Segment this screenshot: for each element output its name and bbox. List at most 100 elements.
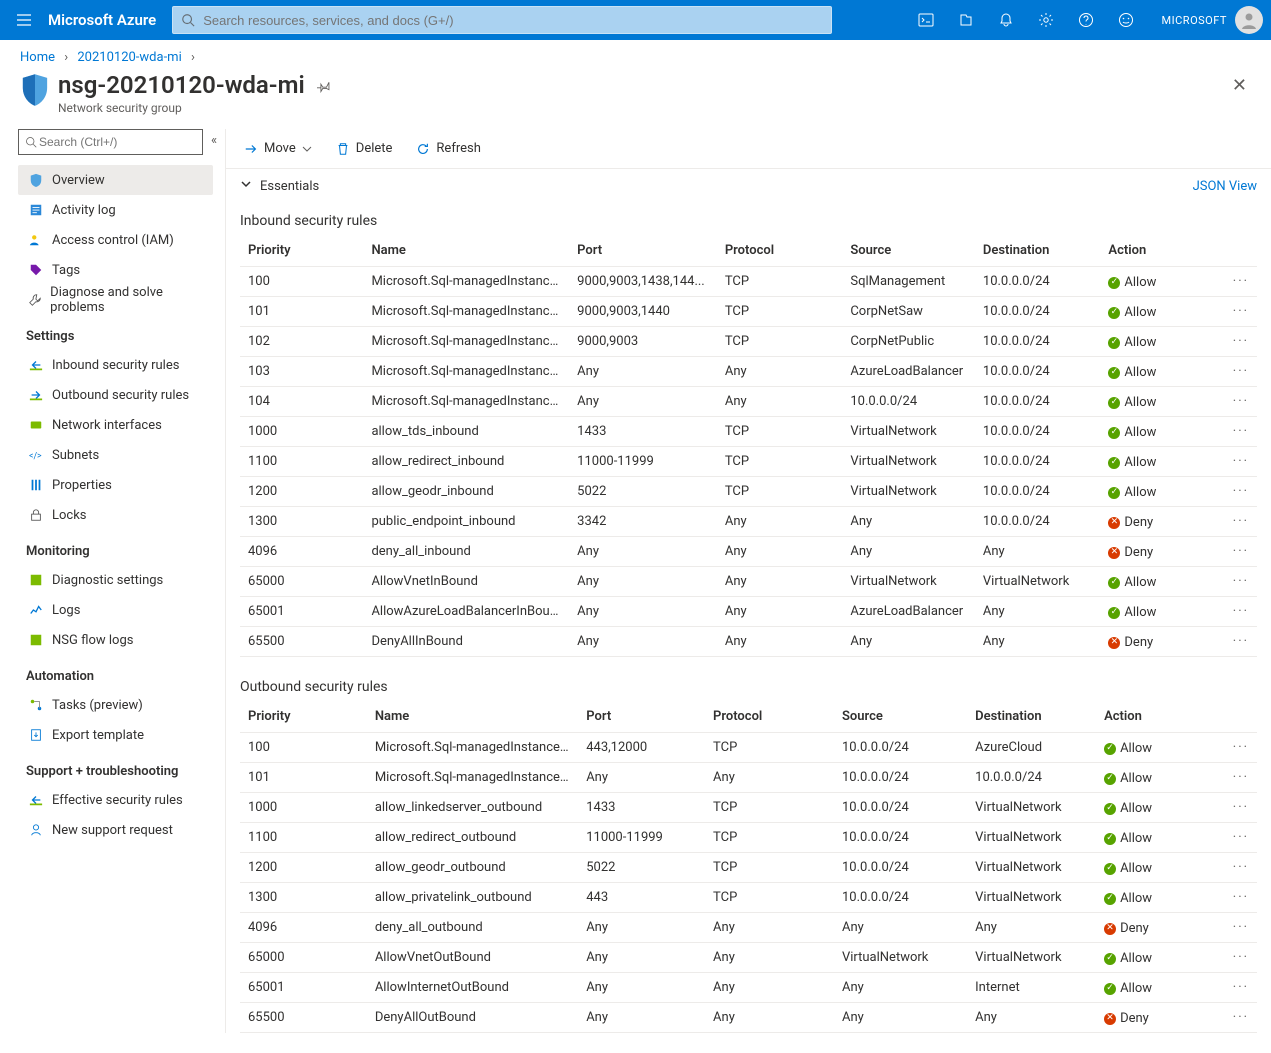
col-protocol[interactable]: Protocol xyxy=(705,701,834,733)
sidebar-item[interactable]: Diagnose and solve problems xyxy=(18,285,213,315)
json-view-link[interactable]: JSON View xyxy=(1193,179,1257,194)
col-port[interactable]: Port xyxy=(569,235,717,267)
sidebar-item[interactable]: Export template xyxy=(18,720,213,750)
cloud-shell-icon[interactable] xyxy=(906,0,946,40)
row-menu-icon[interactable]: ··· xyxy=(1224,357,1257,387)
sidebar-item[interactable]: Tags xyxy=(18,255,213,285)
sidebar-item[interactable]: Tasks (preview) xyxy=(18,690,213,720)
table-row[interactable]: 1000allow_linkedserver_outbound1433TCP10… xyxy=(240,793,1257,823)
row-menu-icon[interactable]: ··· xyxy=(1223,763,1257,793)
global-search[interactable] xyxy=(172,6,832,34)
table-row[interactable]: 4096deny_all_inboundAnyAnyAnyAny✕Deny··· xyxy=(240,537,1257,567)
col-action[interactable]: Action xyxy=(1100,235,1223,267)
col-destination[interactable]: Destination xyxy=(967,701,1096,733)
sidebar-item[interactable]: Network interfaces xyxy=(18,410,213,440)
row-menu-icon[interactable]: ··· xyxy=(1224,597,1257,627)
pin-icon[interactable] xyxy=(317,71,331,99)
row-menu-icon[interactable]: ··· xyxy=(1223,1003,1257,1033)
table-row[interactable]: 65000AllowVnetInBoundAnyAnyVirtualNetwor… xyxy=(240,567,1257,597)
global-search-input[interactable] xyxy=(201,12,831,29)
table-row[interactable]: 1300public_endpoint_inbound3342AnyAny10.… xyxy=(240,507,1257,537)
table-row[interactable]: 65001AllowInternetOutBoundAnyAnyAnyInter… xyxy=(240,973,1257,1003)
row-menu-icon[interactable]: ··· xyxy=(1224,447,1257,477)
delete-button[interactable]: Delete xyxy=(326,133,403,165)
move-button[interactable]: Move xyxy=(234,133,322,165)
row-menu-icon[interactable]: ··· xyxy=(1223,883,1257,913)
sidebar-item[interactable]: NSG flow logs xyxy=(18,625,213,655)
col-port[interactable]: Port xyxy=(578,701,705,733)
brand-label[interactable]: Microsoft Azure xyxy=(40,11,172,29)
collapse-sidebar-icon[interactable]: « xyxy=(209,129,219,152)
row-menu-icon[interactable]: ··· xyxy=(1223,853,1257,883)
col-protocol[interactable]: Protocol xyxy=(717,235,843,267)
account-label[interactable]: MICROSOFT xyxy=(1146,14,1231,27)
row-menu-icon[interactable]: ··· xyxy=(1224,387,1257,417)
table-row[interactable]: 103Microsoft.Sql-managedInstances_U...An… xyxy=(240,357,1257,387)
sidebar-search-input[interactable] xyxy=(37,134,196,150)
sidebar-search[interactable] xyxy=(18,129,203,155)
notifications-icon[interactable] xyxy=(986,0,1026,40)
row-menu-icon[interactable]: ··· xyxy=(1224,477,1257,507)
row-menu-icon[interactable]: ··· xyxy=(1224,507,1257,537)
table-row[interactable]: 1200allow_geodr_inbound5022TCPVirtualNet… xyxy=(240,477,1257,507)
sidebar-item[interactable]: Activity log xyxy=(18,195,213,225)
sidebar-item[interactable]: Inbound security rules xyxy=(18,350,213,380)
help-icon[interactable] xyxy=(1066,0,1106,40)
col-priority[interactable]: Priority xyxy=(240,235,363,267)
sidebar-item[interactable]: Properties xyxy=(18,470,213,500)
feedback-icon[interactable] xyxy=(1106,0,1146,40)
sidebar-item[interactable]: Outbound security rules xyxy=(18,380,213,410)
col-source[interactable]: Source xyxy=(834,701,967,733)
table-row[interactable]: 101Microsoft.Sql-managedInstances_U...An… xyxy=(240,763,1257,793)
row-menu-icon[interactable]: ··· xyxy=(1224,627,1257,657)
table-row[interactable]: 1100allow_redirect_outbound11000-11999TC… xyxy=(240,823,1257,853)
row-menu-icon[interactable]: ··· xyxy=(1224,327,1257,357)
col-action[interactable]: Action xyxy=(1096,701,1223,733)
row-menu-icon[interactable]: ··· xyxy=(1223,943,1257,973)
directories-icon[interactable] xyxy=(946,0,986,40)
row-menu-icon[interactable]: ··· xyxy=(1224,567,1257,597)
sidebar-item[interactable]: Locks xyxy=(18,500,213,530)
table-row[interactable]: 65000AllowVnetOutBoundAnyAnyVirtualNetwo… xyxy=(240,943,1257,973)
col-source[interactable]: Source xyxy=(842,235,975,267)
table-row[interactable]: 1100allow_redirect_inbound11000-11999TCP… xyxy=(240,447,1257,477)
row-menu-icon[interactable]: ··· xyxy=(1223,913,1257,943)
col-priority[interactable]: Priority xyxy=(240,701,367,733)
table-row[interactable]: 65500DenyAllInBoundAnyAnyAnyAny✕Deny··· xyxy=(240,627,1257,657)
essentials-header[interactable]: Essentials JSON View xyxy=(226,169,1271,203)
sidebar-item[interactable]: New support request xyxy=(18,815,213,845)
sidebar-item[interactable]: Access control (IAM) xyxy=(18,225,213,255)
sidebar-item[interactable]: Diagnostic settings xyxy=(18,565,213,595)
row-menu-icon[interactable]: ··· xyxy=(1224,267,1257,297)
table-row[interactable]: 104Microsoft.Sql-managedInstances_U...An… xyxy=(240,387,1257,417)
col-name[interactable]: Name xyxy=(363,235,569,267)
table-row[interactable]: 102Microsoft.Sql-managedInstances_U...90… xyxy=(240,327,1257,357)
table-row[interactable]: 1200allow_geodr_outbound5022TCP10.0.0.0/… xyxy=(240,853,1257,883)
row-menu-icon[interactable]: ··· xyxy=(1224,537,1257,567)
table-row[interactable]: 100Microsoft.Sql-managedInstances_U...90… xyxy=(240,267,1257,297)
row-menu-icon[interactable]: ··· xyxy=(1224,417,1257,447)
avatar-icon[interactable] xyxy=(1235,6,1263,34)
table-row[interactable]: 1000allow_tds_inbound1433TCPVirtualNetwo… xyxy=(240,417,1257,447)
breadcrumb-home[interactable]: Home xyxy=(20,50,55,65)
row-menu-icon[interactable]: ··· xyxy=(1223,973,1257,1003)
sidebar-item[interactable]: </>Subnets xyxy=(18,440,213,470)
row-menu-icon[interactable]: ··· xyxy=(1224,297,1257,327)
sidebar-item[interactable]: Effective security rules xyxy=(18,785,213,815)
hamburger-menu-icon[interactable] xyxy=(8,12,40,28)
table-row[interactable]: 101Microsoft.Sql-managedInstances_U...90… xyxy=(240,297,1257,327)
sidebar-item[interactable]: Overview xyxy=(18,165,213,195)
col-destination[interactable]: Destination xyxy=(975,235,1101,267)
table-row[interactable]: 1300allow_privatelink_outbound443TCP10.0… xyxy=(240,883,1257,913)
refresh-button[interactable]: Refresh xyxy=(406,133,490,165)
sidebar-item[interactable]: Logs xyxy=(18,595,213,625)
table-row[interactable]: 4096deny_all_outboundAnyAnyAnyAny✕Deny··… xyxy=(240,913,1257,943)
row-menu-icon[interactable]: ··· xyxy=(1223,823,1257,853)
table-row[interactable]: 65500DenyAllOutBoundAnyAnyAnyAny✕Deny··· xyxy=(240,1003,1257,1033)
close-icon[interactable]: ✕ xyxy=(1228,71,1251,100)
row-menu-icon[interactable]: ··· xyxy=(1223,793,1257,823)
col-name[interactable]: Name xyxy=(367,701,578,733)
table-row[interactable]: 100Microsoft.Sql-managedInstances_U...44… xyxy=(240,733,1257,763)
table-row[interactable]: 65001AllowAzureLoadBalancerInBoundAnyAny… xyxy=(240,597,1257,627)
settings-gear-icon[interactable] xyxy=(1026,0,1066,40)
